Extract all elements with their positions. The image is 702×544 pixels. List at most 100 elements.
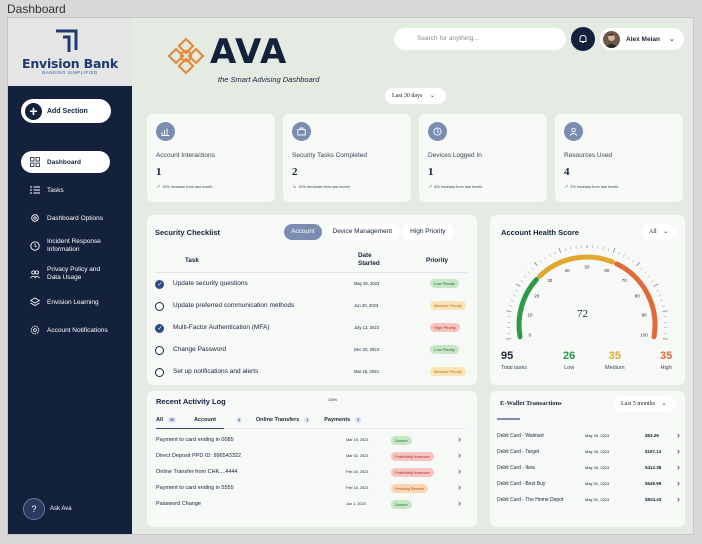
- tab-account[interactable]: Account 4: [194, 415, 242, 425]
- gauge-tick: [533, 261, 538, 267]
- sidebar-item-tasks[interactable]: Tasks: [21, 179, 131, 201]
- tab-device-management[interactable]: Device Management: [325, 224, 400, 240]
- gauge-tick: [544, 257, 547, 260]
- layers-icon: [29, 297, 41, 307]
- gauge-tick: [509, 305, 513, 307]
- gauge-tick: [506, 337, 512, 340]
- summary-label: High: [660, 365, 672, 371]
- chevron-right-icon[interactable]: ›: [458, 466, 461, 476]
- chevron-right-icon[interactable]: ›: [677, 462, 680, 472]
- checklist-row[interactable]: Set up notifications and alerts Mar 15, …: [155, 366, 466, 382]
- summary-label: Low: [564, 365, 575, 371]
- chevron-right-icon[interactable]: ›: [677, 494, 680, 504]
- gauge-tick: [554, 251, 556, 255]
- activity-row[interactable]: Payment to card ending in 5555 Feb 15, 2…: [156, 482, 468, 497]
- checkbox[interactable]: [155, 302, 164, 311]
- wallet-row[interactable]: Debit Card - The Home Depot May 31, 2023…: [497, 494, 685, 509]
- checklist-row[interactable]: Update preferred communication methods J…: [155, 300, 466, 316]
- activity-row[interactable]: Direct Deposit PPD ID: 996543322 Mar 02,…: [156, 450, 468, 465]
- wallet-row[interactable]: Debit Card - Ikea May 26, 2023 $412.38 ›: [497, 462, 685, 477]
- wallet-filter-select[interactable]: Last 5 months ⌄: [614, 396, 676, 412]
- search-input[interactable]: Search for anything...: [394, 28, 566, 50]
- health-filter-select[interactable]: All ⌄: [642, 224, 676, 240]
- chevron-right-icon[interactable]: ›: [677, 430, 680, 440]
- gauge-tick: [539, 260, 542, 263]
- summary-value: 35: [660, 350, 673, 362]
- help-icon: ?: [23, 498, 45, 520]
- checkbox[interactable]: [155, 346, 164, 355]
- checkbox-checked[interactable]: [155, 324, 164, 333]
- gauge-tick: [515, 289, 518, 292]
- activity-name: Direct Deposit PPD ID: 996543322: [156, 453, 241, 459]
- task-name: Set up notifications and alerts: [173, 368, 259, 375]
- sidebar-item-incident-response[interactable]: Incident Response Information: [21, 235, 131, 257]
- activity-row[interactable]: Payment to card ending in 0085 Mar 15, 2…: [156, 434, 468, 449]
- wallet-filter-label: Last 5 months: [621, 401, 655, 407]
- sidebar-item-privacy-policy[interactable]: Privacy Policy and Data Usage: [21, 263, 131, 285]
- sidebar-item-dashboard-options[interactable]: Dashboard Options: [21, 207, 131, 229]
- chevron-right-icon[interactable]: ›: [458, 450, 461, 460]
- transaction-amount: $649.99: [645, 481, 662, 486]
- wallet-row[interactable]: Debit Card - Walmart May 25, 2023 $53.29…: [497, 430, 685, 445]
- gauge-tick: [661, 305, 665, 307]
- checklist-row[interactable]: Change Password Dec 20, 2023 Low Priorit…: [155, 344, 465, 360]
- checkbox-checked[interactable]: [155, 280, 164, 289]
- activity-date: Jun 1, 2023: [346, 502, 366, 506]
- tab-label: Payments: [324, 417, 351, 423]
- wallet-row[interactable]: Debit Card - Best Buy May 31, 2023 $649.…: [497, 478, 685, 493]
- arrow-up-icon: ↗: [564, 184, 569, 190]
- date-range-label: Last 30 days: [392, 93, 423, 99]
- add-section-label: Add Section: [47, 107, 88, 115]
- account-health-card: Account Health Score All ⌄ 0 10 20 30 40 50 60…: [490, 215, 685, 385]
- ask-ava-button[interactable]: ? Ask Ava: [23, 498, 72, 520]
- list-icon: [30, 185, 40, 195]
- user-menu[interactable]: Alex Meian ⌄: [600, 28, 684, 50]
- wallet-row[interactable]: Debit Card - Target May 26, 2023 $167.14…: [497, 446, 685, 461]
- activity-tabs: All 50 Account 4 Online Transfers 1 Payment…: [156, 415, 375, 425]
- add-section-button[interactable]: + Add Section: [21, 99, 111, 123]
- tab-payments[interactable]: Payments 3: [324, 415, 362, 425]
- notifications-button[interactable]: [571, 27, 595, 51]
- transaction-name: Debit Card - Ikea: [497, 465, 535, 471]
- user-icon: [564, 122, 583, 141]
- sidebar-item-label: Privacy Policy and Data Usage: [47, 266, 101, 281]
- activity-date: Mar 02, 2023: [346, 454, 369, 458]
- priority-badge: Low Priority: [430, 345, 459, 354]
- sidebar-item-envision-learning[interactable]: Envision Learning: [21, 291, 131, 313]
- chevron-right-icon[interactable]: ›: [677, 478, 680, 488]
- gauge-tick: [650, 280, 654, 283]
- settings-icon: [30, 325, 40, 335]
- tab-all[interactable]: All 50: [156, 415, 176, 425]
- chevron-right-icon[interactable]: ›: [677, 446, 680, 456]
- chevron-down-icon: ⌄: [663, 229, 669, 235]
- dashboard-frame: Envision Bank BANKING SIMPLIFIED + Add S…: [7, 17, 694, 535]
- gauge-tick: [520, 280, 524, 283]
- chevron-right-icon[interactable]: ›: [458, 434, 461, 444]
- checkbox[interactable]: [155, 368, 164, 377]
- checklist-row[interactable]: Update security questions May 25, 2023 L…: [155, 278, 465, 294]
- date-range-select[interactable]: Last 30 days ⌄: [385, 88, 446, 104]
- tab-count: 4: [235, 417, 242, 423]
- chevron-right-icon[interactable]: ›: [458, 482, 461, 492]
- gauge-tick: [531, 267, 534, 270]
- chevron-right-icon[interactable]: ›: [458, 498, 461, 508]
- tab-high-priority[interactable]: High Priority: [403, 224, 453, 240]
- gauge-tick-label: 70: [622, 278, 628, 283]
- tab-account[interactable]: Account: [284, 224, 322, 240]
- sidebar-item-label: Envision Learning: [47, 298, 99, 306]
- activity-row[interactable]: Password Change Jun 1, 2023 Secure ›: [156, 498, 468, 513]
- wallet-underline: [497, 418, 520, 420]
- health-filter-label: All: [649, 229, 657, 235]
- activity-row[interactable]: Online Transfer from CHK....4444 Feb 20,…: [156, 466, 468, 481]
- checklist-row[interactable]: Multi-Factor Authentication (MFA) July 1…: [155, 322, 465, 338]
- health-title: Account Health Score: [501, 228, 579, 237]
- summary-value: 95: [501, 350, 514, 362]
- sidebar-item-dashboard[interactable]: Dashboard: [21, 151, 110, 173]
- ewallet-card: E-Wallet Transactions Last 5 months ⌄ De…: [490, 391, 685, 527]
- column-header-date: Date Started: [358, 252, 380, 267]
- gauge-tick-label: 30: [547, 278, 553, 283]
- sidebar-item-account-notifications[interactable]: Account Notifications: [21, 319, 131, 341]
- sidebar-item-label: Account Notifications: [47, 326, 108, 334]
- gear-icon: [30, 213, 40, 223]
- tab-online-transfers[interactable]: Online Transfers 1: [256, 415, 311, 425]
